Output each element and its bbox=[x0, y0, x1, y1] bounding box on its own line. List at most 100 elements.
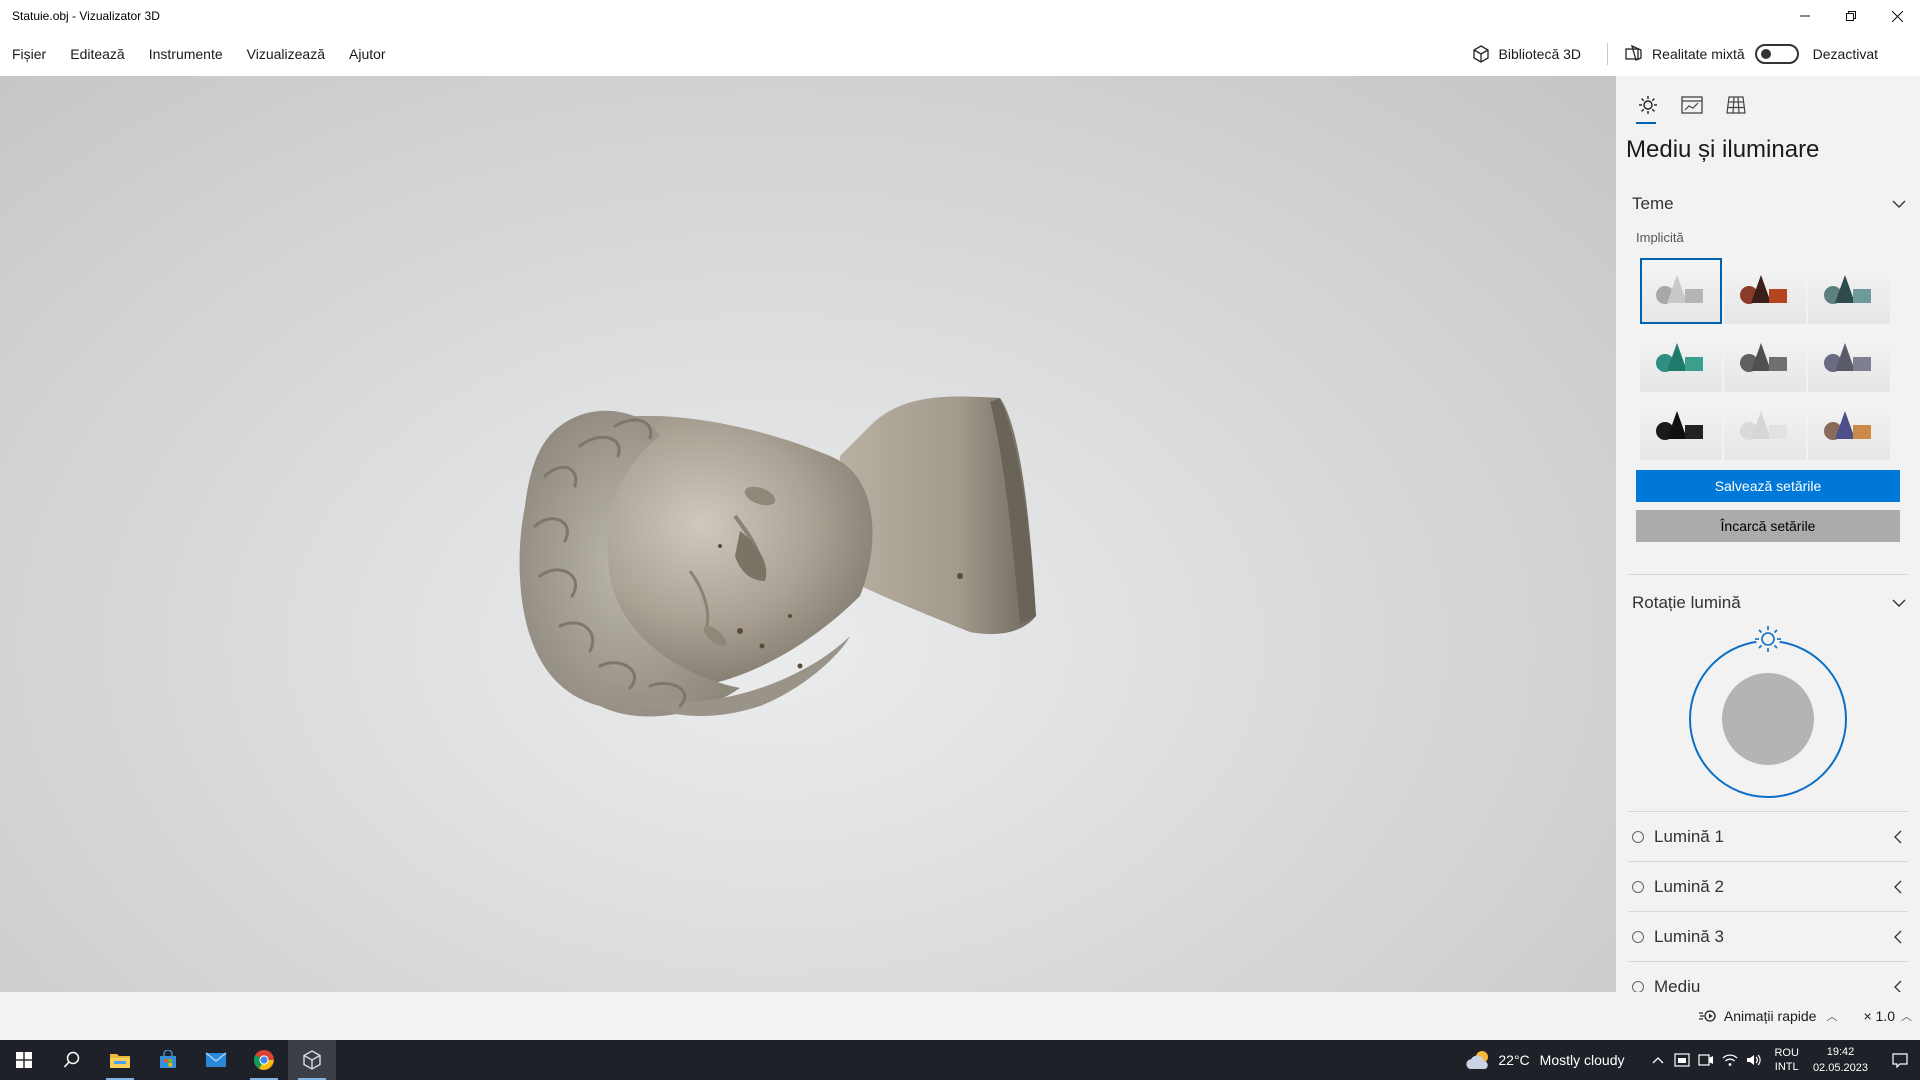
3d-viewport[interactable] bbox=[0, 76, 1616, 992]
light-rotation-dial[interactable] bbox=[1616, 623, 1920, 803]
network-button[interactable] bbox=[1718, 1040, 1742, 1080]
light-row-left: Lumină 3 bbox=[1632, 927, 1724, 947]
theme-preview-icon bbox=[1740, 343, 1787, 372]
light-rotation-section-header[interactable]: Rotație lumină bbox=[1616, 583, 1920, 623]
menu-divider bbox=[1607, 43, 1609, 65]
mixed-reality-button[interactable]: Realitate mixtă bbox=[1624, 32, 1745, 76]
chevron-left-icon bbox=[1894, 980, 1902, 992]
chevron-down-icon bbox=[1892, 599, 1906, 607]
weather-widget[interactable]: 22°C Mostly cloudy bbox=[1464, 1049, 1624, 1071]
theme-thumbnail[interactable] bbox=[1724, 394, 1806, 460]
light-rotation-control[interactable] bbox=[1616, 623, 1920, 803]
notifications-button[interactable] bbox=[1880, 1040, 1920, 1080]
save-settings-button[interactable]: Salvează setările bbox=[1636, 470, 1900, 502]
light-radio-button[interactable] bbox=[1632, 930, 1644, 943]
light-row[interactable]: Lumină 1 bbox=[1628, 811, 1908, 861]
start-button[interactable] bbox=[0, 1040, 48, 1080]
themes-section-header[interactable]: Teme bbox=[1616, 184, 1920, 224]
tray-meet-icon[interactable] bbox=[1694, 1040, 1718, 1080]
mail-button[interactable] bbox=[192, 1040, 240, 1080]
theme-thumbnail[interactable] bbox=[1808, 258, 1890, 324]
theme-thumbnail[interactable] bbox=[1640, 326, 1722, 392]
light-radio-button[interactable] bbox=[1632, 830, 1644, 843]
themes-heading: Teme bbox=[1632, 194, 1674, 213]
theme-thumbnail[interactable] bbox=[1640, 258, 1722, 324]
tab-grid-views[interactable] bbox=[1714, 86, 1758, 124]
theme-preview-icon bbox=[1824, 343, 1871, 372]
light-label: Lumină 3 bbox=[1654, 926, 1724, 946]
restore-button[interactable] bbox=[1828, 0, 1874, 32]
menu-file[interactable]: Fișier bbox=[0, 32, 58, 76]
light-rotation-heading: Rotație lumină bbox=[1632, 593, 1741, 612]
light-radio-button[interactable] bbox=[1632, 980, 1644, 992]
system-tray: ROU INTL 19:42 02.05.2023 bbox=[1646, 1040, 1920, 1080]
clock-button[interactable]: 19:42 02.05.2023 bbox=[1813, 1044, 1868, 1076]
load-settings-button[interactable]: Încarcă setările bbox=[1636, 510, 1900, 542]
chevron-up-icon bbox=[1653, 1057, 1664, 1064]
chevron-up-icon: ︿ bbox=[1901, 1011, 1912, 1023]
tab-environment-lighting[interactable] bbox=[1626, 86, 1670, 124]
menu-bar: Fișier Editează Instrumente Vizualizează… bbox=[0, 32, 1920, 76]
3d-viewer-button[interactable] bbox=[288, 1040, 336, 1080]
cube-icon bbox=[1472, 45, 1489, 63]
weather-condition: Mostly cloudy bbox=[1539, 1052, 1625, 1068]
theme-preview-icon bbox=[1740, 411, 1787, 440]
panel-title: Mediu și iluminare bbox=[1626, 136, 1820, 163]
search-button[interactable] bbox=[48, 1040, 96, 1080]
light-row[interactable]: Lumină 2 bbox=[1628, 861, 1908, 911]
title-bar: Statuie.obj - Vizualizator 3D bbox=[0, 0, 1920, 32]
theme-preview-icon bbox=[1740, 275, 1787, 304]
minimize-button[interactable] bbox=[1782, 0, 1828, 32]
menu-tools[interactable]: Instrumente bbox=[137, 32, 235, 76]
chrome-icon bbox=[253, 1050, 274, 1070]
theme-thumbnail[interactable] bbox=[1724, 326, 1806, 392]
light-sphere bbox=[1722, 673, 1814, 765]
menu-view[interactable]: Vizualizează bbox=[235, 32, 337, 76]
theme-preview-icon bbox=[1824, 275, 1871, 304]
search-icon bbox=[63, 1051, 80, 1068]
camera-icon bbox=[1698, 1054, 1714, 1066]
status-bar: Animații rapide ︿ × 1.0 ︿ bbox=[0, 992, 1920, 1040]
animation-speed-button[interactable]: × 1.0 ︿ bbox=[1863, 1008, 1912, 1024]
menu-help[interactable]: Ajutor bbox=[337, 32, 398, 76]
3d-library-button[interactable]: Bibliotecă 3D bbox=[1471, 32, 1581, 76]
light-row[interactable]: Mediu bbox=[1628, 961, 1908, 992]
theme-preview-icon bbox=[1824, 411, 1871, 440]
themes-grid bbox=[1616, 252, 1920, 460]
theme-thumbnail[interactable] bbox=[1808, 326, 1890, 392]
mixed-reality-state: Dezactivat bbox=[1812, 46, 1878, 62]
quick-animations-button[interactable]: Animații rapide ︿ bbox=[1698, 1008, 1837, 1024]
speaker-icon bbox=[1747, 1054, 1762, 1066]
light-sun-handle-icon[interactable] bbox=[1755, 626, 1781, 652]
input-language-button[interactable]: ROU INTL bbox=[1774, 1046, 1798, 1074]
store-button[interactable] bbox=[144, 1040, 192, 1080]
chevron-left-icon bbox=[1894, 880, 1902, 893]
light-label: Lumină 2 bbox=[1654, 876, 1724, 896]
tray-app-icon[interactable] bbox=[1670, 1040, 1694, 1080]
volume-button[interactable] bbox=[1742, 1040, 1766, 1080]
statue-bust-model[interactable] bbox=[0, 76, 1616, 992]
environment-lighting-panel: Mediu și iluminare Teme Implicită Salvea… bbox=[1616, 76, 1920, 992]
light-radio-button[interactable] bbox=[1632, 880, 1644, 893]
show-hidden-icons-button[interactable] bbox=[1646, 1040, 1670, 1080]
store-icon bbox=[160, 1050, 176, 1068]
chrome-button[interactable] bbox=[240, 1040, 288, 1080]
menu-edit[interactable]: Editează bbox=[58, 32, 136, 76]
sun-icon bbox=[1639, 96, 1657, 114]
file-explorer-button[interactable] bbox=[96, 1040, 144, 1080]
light-row-left: Lumină 1 bbox=[1632, 827, 1724, 847]
theme-thumbnail[interactable] bbox=[1640, 394, 1722, 460]
mixed-reality-toggle[interactable] bbox=[1754, 44, 1799, 64]
restore-icon bbox=[1846, 11, 1856, 21]
chevron-left-icon bbox=[1894, 930, 1902, 943]
theme-thumbnail[interactable] bbox=[1808, 394, 1890, 460]
cloudy-weather-icon bbox=[1466, 1051, 1489, 1069]
theme-preview-icon bbox=[1656, 275, 1703, 304]
light-row[interactable]: Lumină 3 bbox=[1628, 911, 1908, 961]
tab-stats-shading[interactable] bbox=[1670, 86, 1714, 124]
theme-preview-icon bbox=[1656, 411, 1703, 440]
theme-thumbnail[interactable] bbox=[1724, 258, 1806, 324]
close-button[interactable] bbox=[1874, 0, 1920, 32]
clock-time: 19:42 bbox=[1826, 1046, 1855, 1058]
animation-icon bbox=[1698, 1010, 1716, 1022]
